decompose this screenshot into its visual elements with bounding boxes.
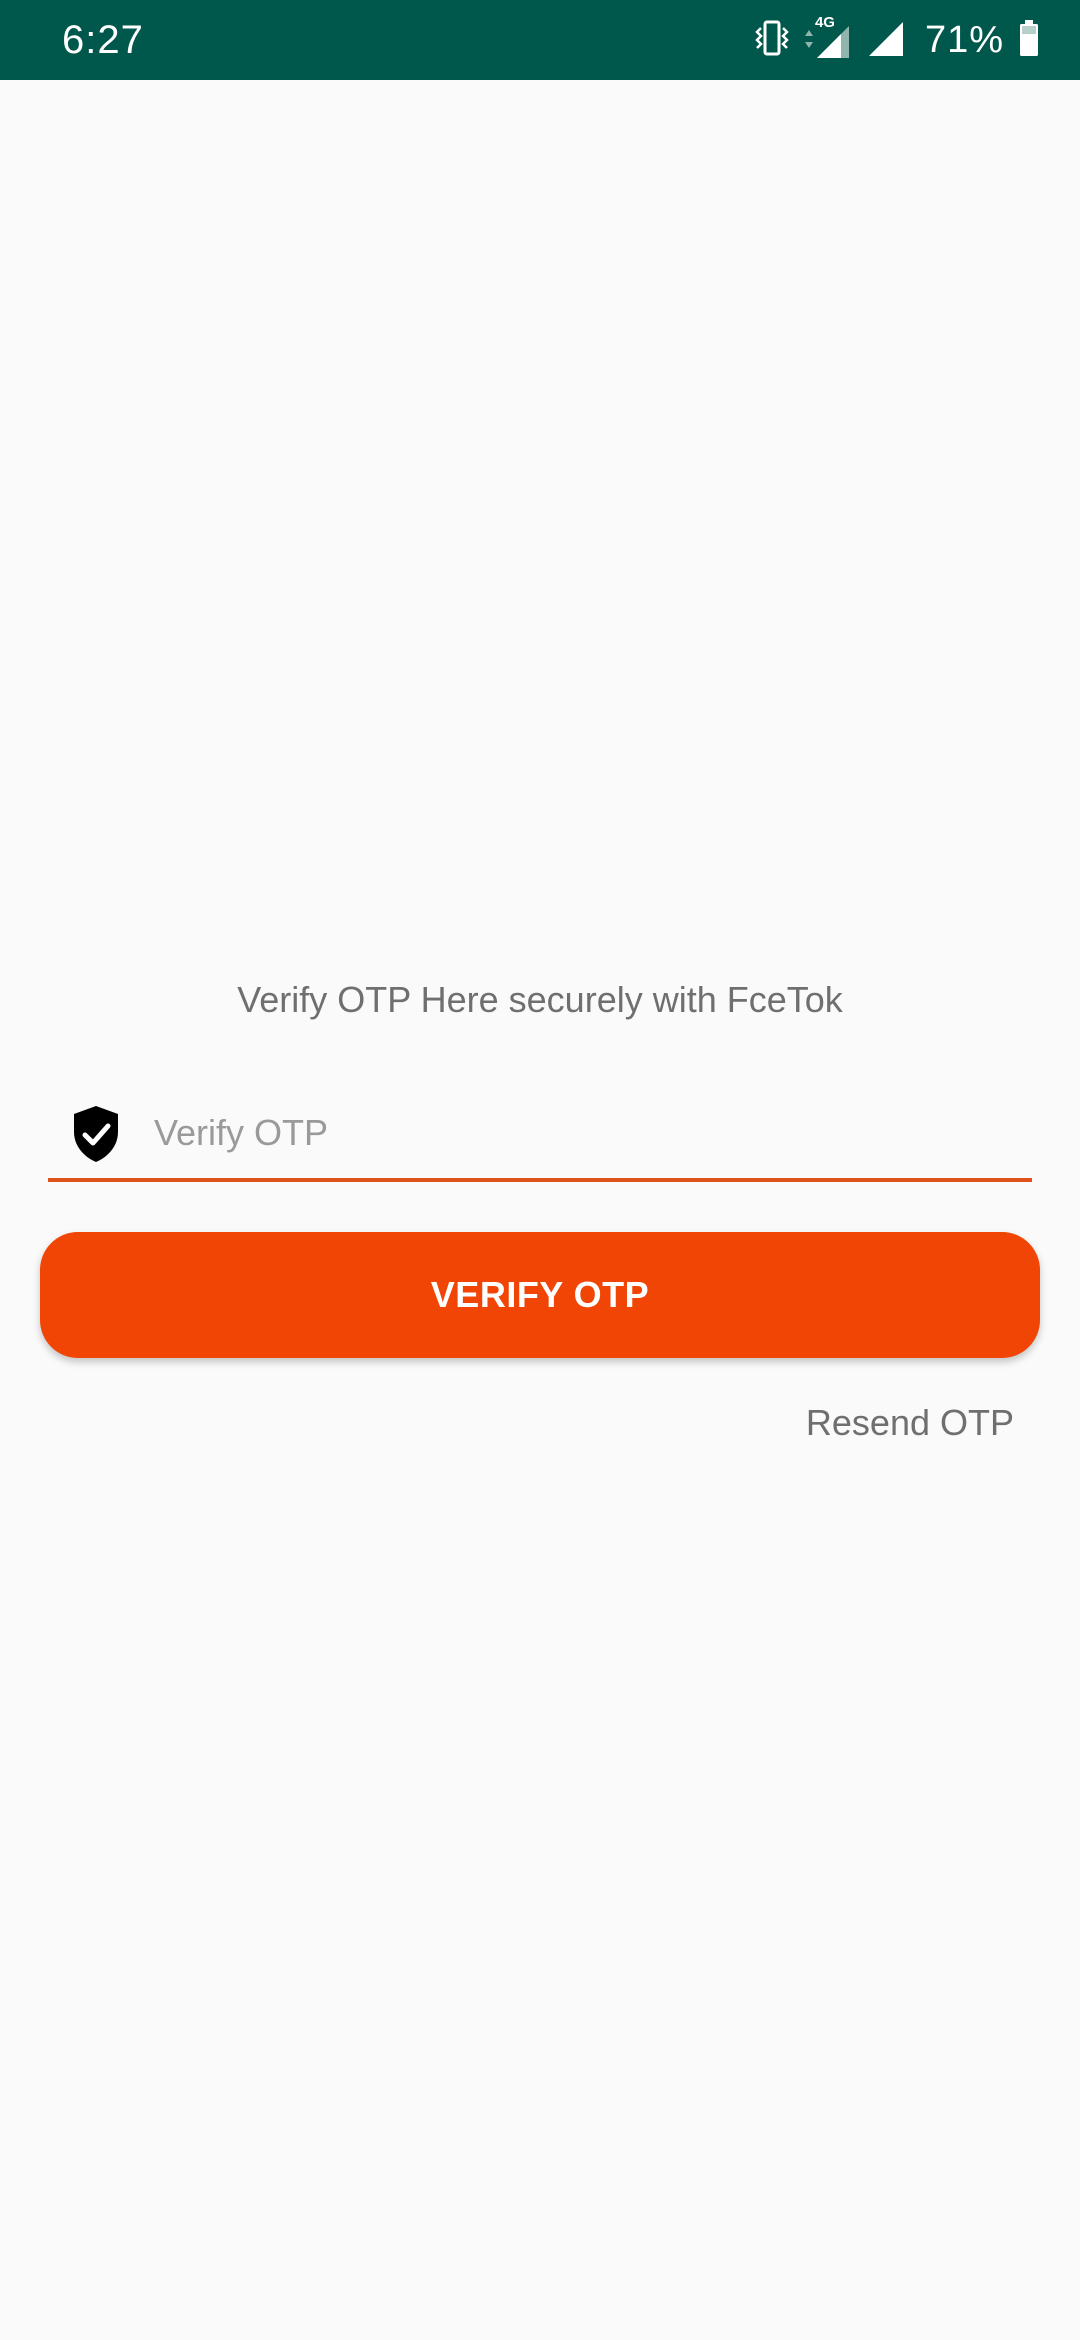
signal-icon — [867, 18, 905, 63]
verify-otp-screen: Verify OTP Here securely with FceTok VER… — [0, 80, 1080, 2340]
battery-percent: 71% — [924, 19, 1004, 61]
verify-otp-button[interactable]: VERIFY OTP — [40, 1232, 1040, 1358]
status-time: 6:27 — [62, 18, 144, 62]
status-icons: 4G 71% — [755, 14, 1040, 66]
vibrate-icon — [755, 18, 789, 63]
otp-field[interactable] — [48, 1090, 1032, 1182]
shield-check-icon — [70, 1104, 122, 1164]
otp-input[interactable] — [154, 1100, 1014, 1166]
network-type-label: 4G — [814, 14, 835, 31]
battery-icon — [1018, 18, 1040, 63]
resend-otp-link[interactable]: Resend OTP — [806, 1398, 1014, 1448]
status-bar: 6:27 4G 71% — [0, 0, 1080, 80]
page-subtitle: Verify OTP Here securely with FceTok — [237, 979, 843, 1020]
signal-4g-icon: 4G — [803, 14, 853, 60]
